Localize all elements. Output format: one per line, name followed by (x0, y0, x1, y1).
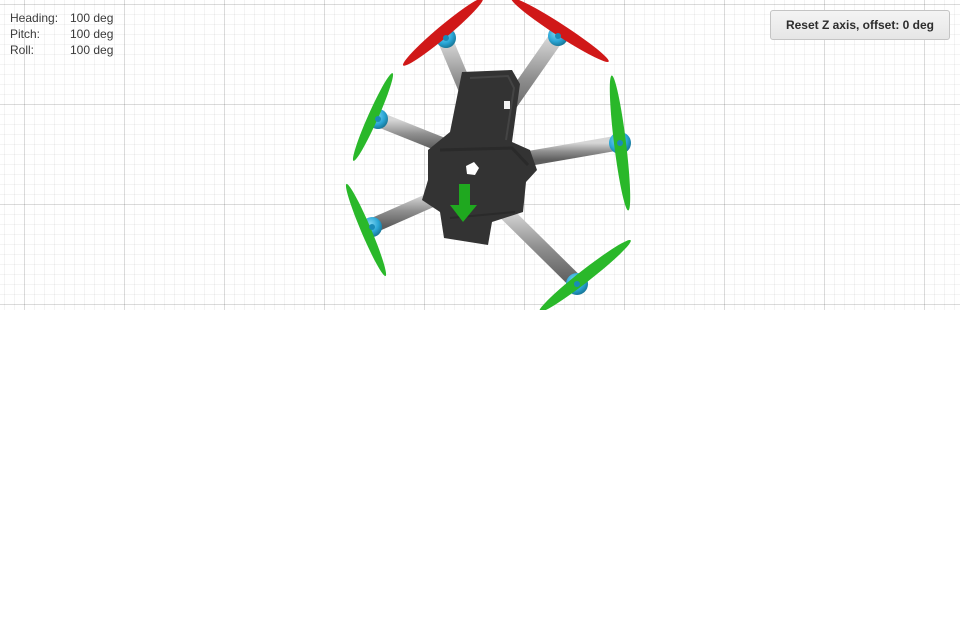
roll-row: Roll: 100 deg (10, 42, 113, 58)
hexacopter-model (345, 0, 631, 310)
pitch-value: 100 deg (70, 27, 114, 41)
heading-row: Heading: 100 deg (10, 10, 113, 26)
reset-z-axis-button[interactable]: Reset Z axis, offset: 0 deg (769, 10, 950, 40)
pitch-row: Pitch: 100 deg (10, 26, 113, 42)
pitch-label: Pitch: (10, 27, 41, 41)
heading-label: Heading: (10, 11, 59, 25)
roll-label: Roll: (10, 43, 35, 57)
model-viewport[interactable]: Heading: 100 deg Pitch: 100 deg Roll: 10… (0, 0, 960, 310)
prop-rear-left (345, 183, 387, 277)
heading-value: 100 deg (70, 11, 114, 25)
attitude-info: Heading: 100 deg Pitch: 100 deg Roll: 10… (10, 10, 113, 58)
roll-value: 100 deg (70, 43, 114, 57)
prop-front-left (402, 0, 484, 66)
prop-front-right (511, 0, 609, 62)
